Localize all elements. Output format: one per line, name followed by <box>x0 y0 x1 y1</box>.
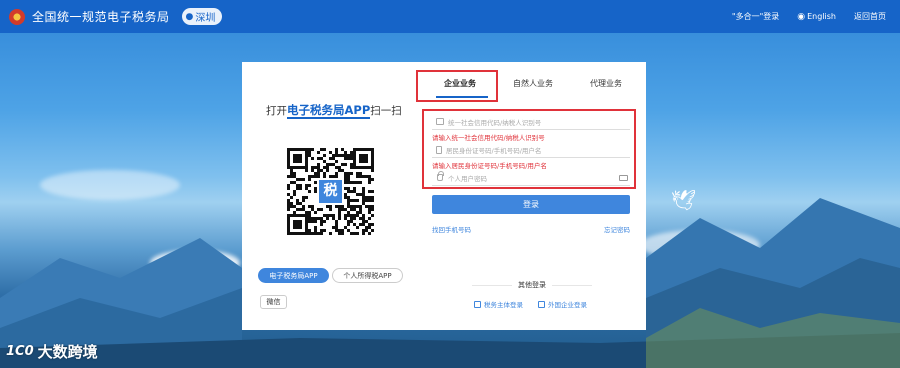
multi-login-link[interactable]: "多合一"登录 <box>732 11 779 22</box>
login-card: 打开电子税务局APP扫一扫 税 电子税务局APP 个人所得税APP 微信 企业业… <box>242 62 646 330</box>
other-login-label: 其他登录 <box>518 281 546 289</box>
tab-agent[interactable]: 代理业务 <box>590 78 622 89</box>
recover-phone-link[interactable]: 找回手机号码 <box>432 224 471 234</box>
scan-app-name: 电子税务局APP <box>287 103 371 119</box>
highlight-box-form <box>422 109 636 189</box>
watermark: 1C0 大数跨境 <box>6 341 98 362</box>
home-link[interactable]: 返回首页 <box>854 11 886 22</box>
tax-emblem-icon <box>9 8 25 25</box>
wechat-button[interactable]: 微信 <box>260 295 287 309</box>
city-switcher[interactable]: ● 深圳 <box>181 8 223 25</box>
qr-code: 税 <box>287 148 374 235</box>
english-label: English <box>807 11 836 21</box>
forgot-password-link[interactable]: 忘记密码 <box>604 224 630 234</box>
site-title: 全国统一规范电子税务局 <box>32 10 170 24</box>
birds-illustration: 🕊 <box>670 188 696 212</box>
scan-instruction: 打开电子税务局APP扫一扫 <box>266 102 402 119</box>
location-pin-icon: ● <box>185 11 194 22</box>
tab-tax-app[interactable]: 电子税务局APP <box>258 268 329 283</box>
globe-icon: ◉ <box>797 11 806 22</box>
scan-prefix: 打开 <box>266 105 287 117</box>
document-icon <box>538 300 545 308</box>
foreign-enterprise-login-label: 外国企业登录 <box>548 301 587 309</box>
entity-icon <box>474 300 481 308</box>
foreign-enterprise-login-link[interactable]: 外国企业登录 <box>538 299 587 309</box>
english-link[interactable]: ◉ English <box>797 12 836 22</box>
top-bar: 全国统一规范电子税务局 ● 深圳 "多合一"登录 ◉ English 返回首页 <box>0 0 900 33</box>
tax-entity-login-link[interactable]: 税务主体登录 <box>474 299 523 309</box>
qr-logo: 税 <box>317 178 344 205</box>
top-right-links: "多合一"登录 ◉ English 返回首页 <box>714 0 886 33</box>
other-login-title: 其他登录 <box>418 280 646 290</box>
watermark-text: 大数跨境 <box>37 343 98 361</box>
qr-login-panel: 打开电子税务局APP扫一扫 税 电子税务局APP 个人所得税APP 微信 <box>242 62 414 330</box>
tab-iit-app[interactable]: 个人所得税APP <box>332 268 403 283</box>
tax-entity-login-label: 税务主体登录 <box>484 301 523 309</box>
login-button[interactable]: 登录 <box>432 195 630 214</box>
watermark-logo: 1C0 <box>6 344 34 359</box>
tab-individual[interactable]: 自然人业务 <box>513 78 553 89</box>
city-label: 深圳 <box>195 13 216 24</box>
account-login-panel: 企业业务 自然人业务 代理业务 统一社会信用代码/纳税人识别号 请输入统一社会信… <box>416 62 646 330</box>
scan-suffix: 扫一扫 <box>370 105 402 117</box>
highlight-box-tab <box>416 70 498 102</box>
